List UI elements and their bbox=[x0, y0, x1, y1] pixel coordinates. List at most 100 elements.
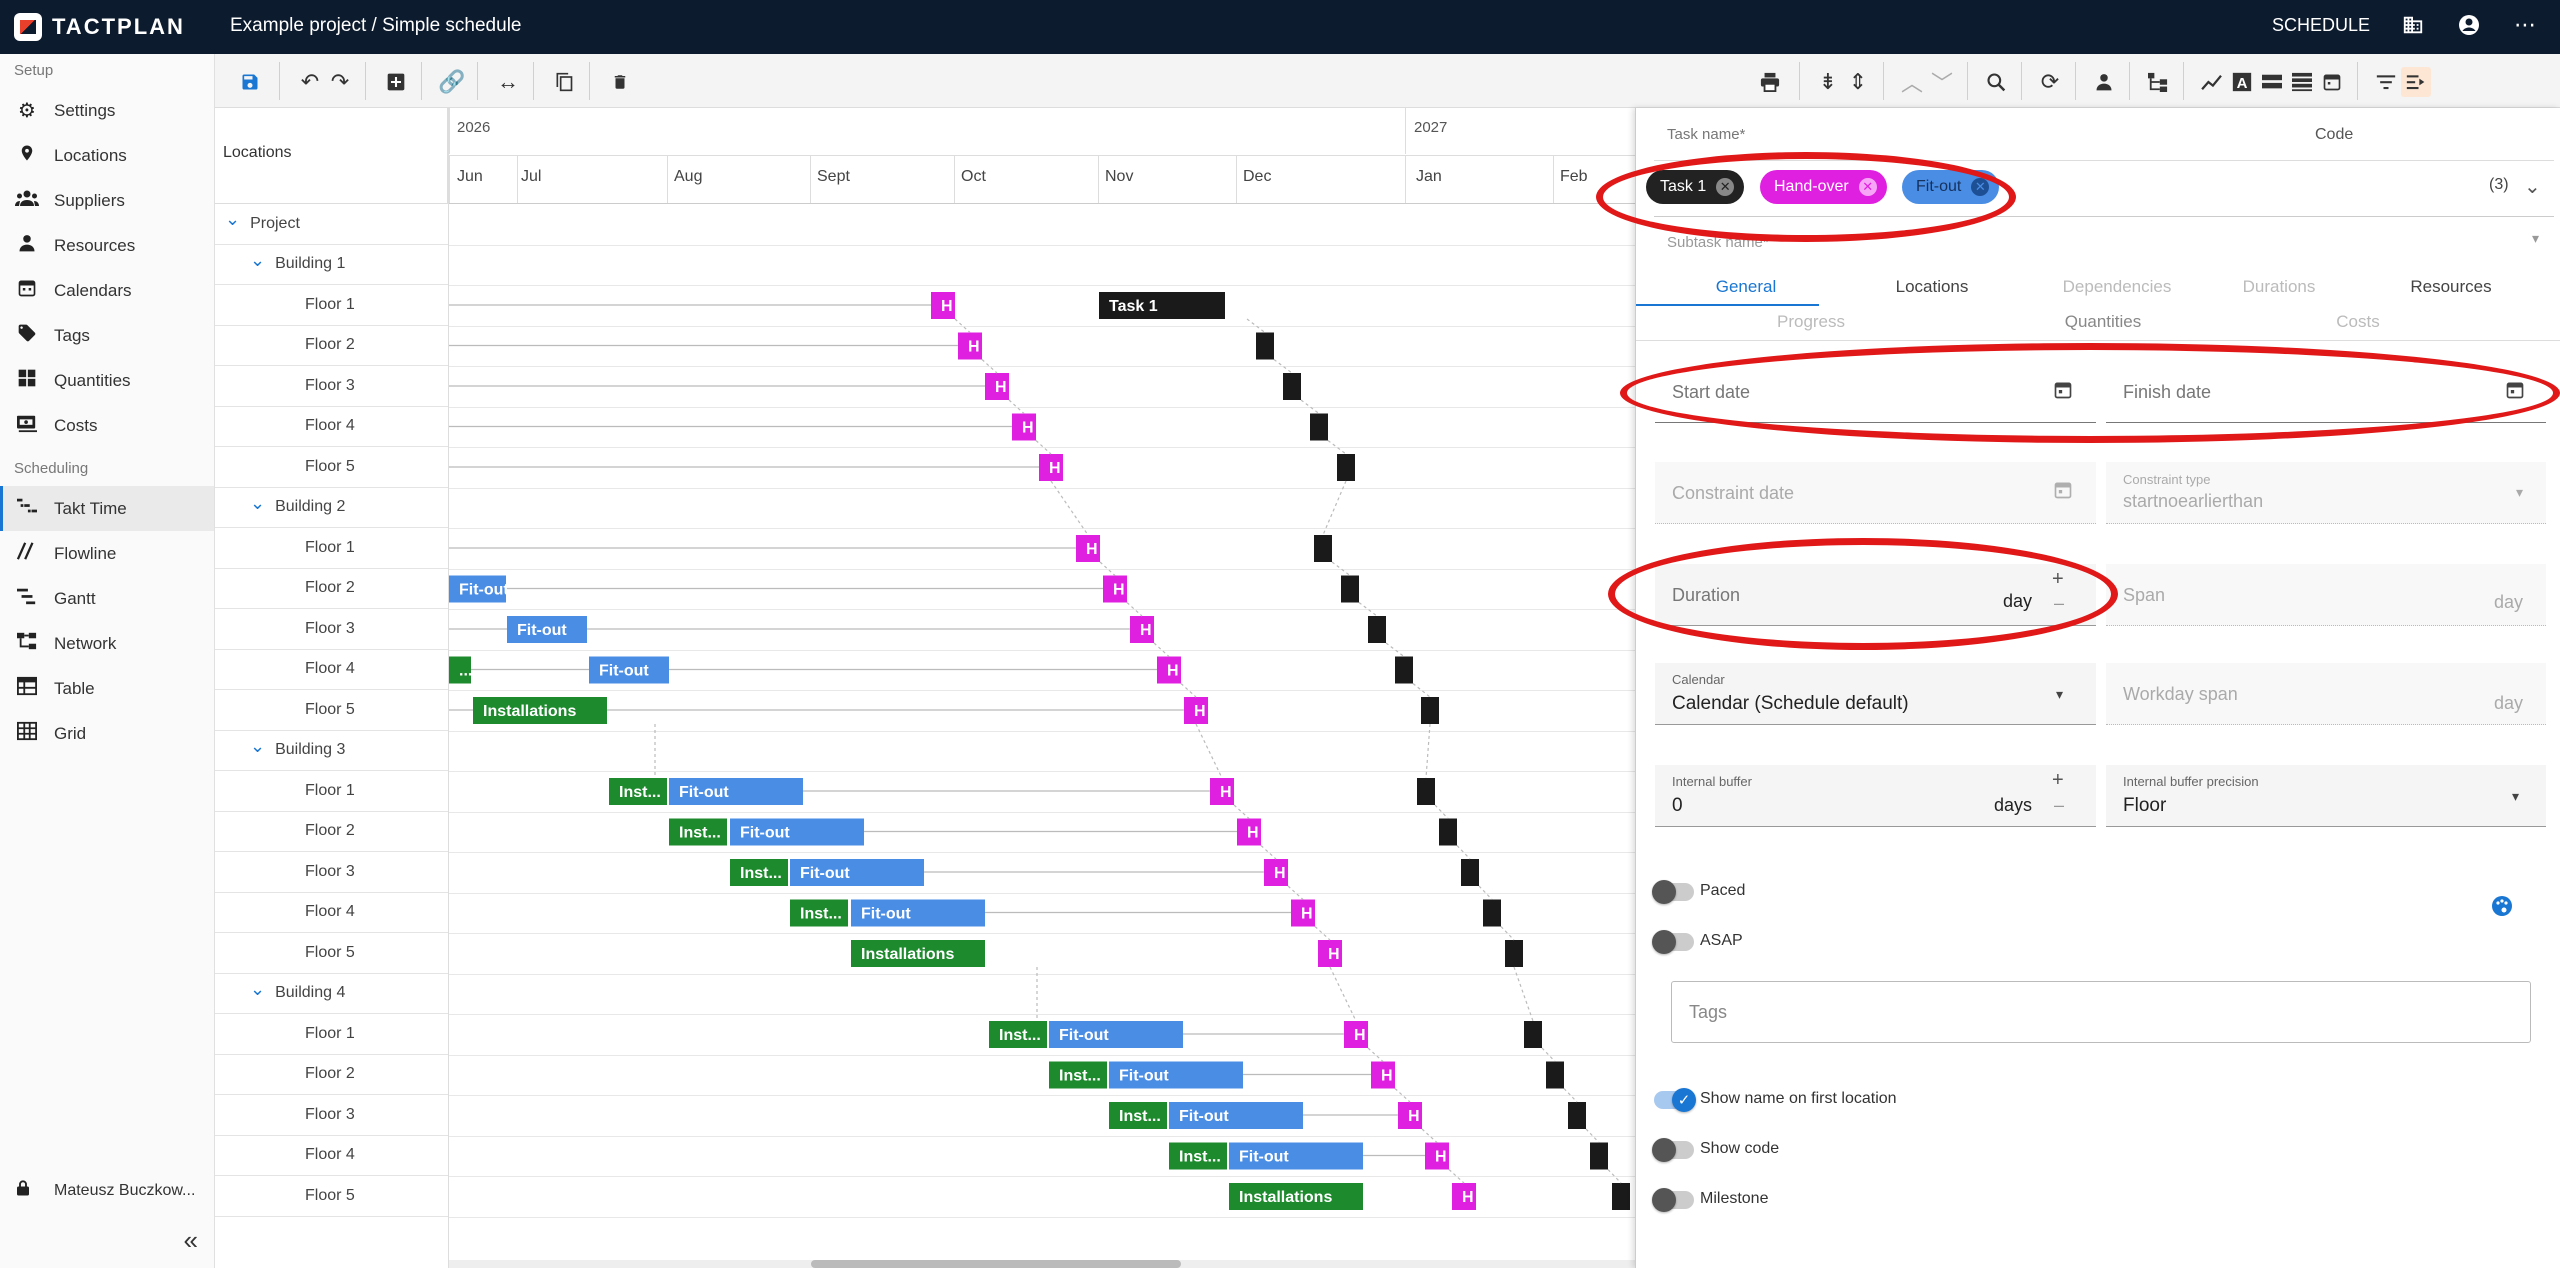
task1-bar-rect[interactable] bbox=[1546, 1061, 1564, 1089]
task-panel-toggle-icon[interactable] bbox=[2401, 67, 2431, 97]
calendar-view-icon[interactable] bbox=[2317, 67, 2347, 97]
buffer-increment-icon[interactable]: + bbox=[2052, 769, 2064, 792]
task1-bar[interactable] bbox=[1256, 332, 1274, 360]
sidebar-item-gantt[interactable]: Gantt bbox=[0, 576, 214, 621]
tab-resources[interactable]: Resources bbox=[2386, 277, 2516, 297]
sidebar-item-tags[interactable]: Tags bbox=[0, 313, 214, 358]
task1-bar[interactable] bbox=[1439, 818, 1457, 846]
install-bar[interactable]: Inst... bbox=[609, 778, 667, 805]
task1-bar-rect[interactable] bbox=[1524, 1021, 1542, 1048]
timeline[interactable]: 2026 2027 Jun Jul Aug Sept Oct Nov Dec Jan Feb HHH… bbox=[448, 108, 1635, 1268]
location-row[interactable]: ⌄ Building 2 bbox=[215, 488, 448, 528]
sync-icon[interactable]: ⟳ bbox=[2035, 67, 2065, 97]
sidebar-item-suppliers[interactable]: Suppliers bbox=[0, 178, 214, 223]
location-row[interactable]: Floor 5 bbox=[215, 447, 448, 488]
install-bar[interactable]: Inst... bbox=[790, 899, 848, 927]
expand-chevron-icon[interactable]: ⌄ bbox=[250, 493, 265, 514]
chip-remove-icon[interactable]: ✕ bbox=[1858, 178, 1877, 196]
finish-date-calendar-icon[interactable] bbox=[2505, 380, 2525, 406]
task1-bar-rect[interactable] bbox=[1283, 373, 1301, 400]
fitout-bar[interactable]: Fit-out bbox=[449, 575, 509, 603]
install-bar[interactable]: Inst... bbox=[989, 1021, 1047, 1048]
trend-icon[interactable] bbox=[2197, 67, 2227, 97]
handover-bar[interactable]: H bbox=[1012, 413, 1036, 441]
location-row[interactable]: Floor 3 bbox=[215, 366, 448, 407]
location-row[interactable]: ⌄ Building 1 bbox=[215, 245, 448, 285]
location-row[interactable]: Floor 2 bbox=[215, 812, 448, 852]
location-row[interactable]: Floor 2 bbox=[215, 1055, 448, 1095]
task1-bar-rect[interactable] bbox=[1314, 535, 1332, 562]
tab-quantities[interactable]: Quantities bbox=[2033, 312, 2173, 332]
task1-bar[interactable] bbox=[1568, 1102, 1586, 1129]
tab-progress[interactable]: Progress bbox=[1751, 312, 1871, 332]
handover-bar[interactable]: H bbox=[1318, 940, 1342, 967]
collapse-all-icon[interactable]: ⇟ bbox=[1813, 67, 1843, 97]
sidebar-item-resources[interactable]: Resources bbox=[0, 223, 214, 268]
install-bar[interactable]: Installations bbox=[851, 940, 985, 967]
fitout-bar[interactable]: Fit-out bbox=[790, 859, 924, 886]
task1-bar-rect[interactable] bbox=[1461, 859, 1479, 886]
expand-all-icon[interactable]: ⇕ bbox=[1843, 67, 1873, 97]
handover-bar[interactable]: H bbox=[1291, 899, 1315, 927]
sidebar-item-settings[interactable]: ⚙ Settings bbox=[0, 88, 214, 133]
chip-remove-icon[interactable]: ✕ bbox=[1716, 178, 1735, 196]
color-palette-icon[interactable] bbox=[2490, 894, 2514, 924]
handover-bar[interactable]: H bbox=[1039, 454, 1063, 481]
fitout-bar[interactable]: Fit-out bbox=[1109, 1061, 1243, 1089]
filter-icon[interactable] bbox=[2371, 67, 2401, 97]
delete-icon[interactable] bbox=[605, 67, 635, 97]
task1-bar-rect[interactable] bbox=[1590, 1142, 1608, 1170]
location-row[interactable]: Floor 4 bbox=[215, 407, 448, 447]
handover-bar[interactable]: H bbox=[1398, 1102, 1422, 1129]
sidebar-item-calendars[interactable]: Calendars bbox=[0, 268, 214, 313]
task-bars[interactable]: H H H H H Task 1 H H H H H Fit-out Fit-out... Fit-out… bbox=[449, 108, 1635, 1268]
sidebar-item-flowline[interactable]: Flowline bbox=[0, 531, 214, 576]
hierarchy-icon[interactable] bbox=[2143, 67, 2173, 97]
row-view-icon[interactable] bbox=[2287, 67, 2317, 97]
location-row[interactable]: Floor 1 bbox=[215, 771, 448, 812]
handover-bar[interactable]: H bbox=[1425, 1142, 1449, 1170]
task1-bar-rect[interactable] bbox=[1505, 940, 1523, 967]
calendar-dropdown-icon[interactable]: ▾ bbox=[2056, 686, 2063, 703]
buffer-decrement-icon[interactable]: – bbox=[2054, 795, 2064, 816]
fitout-bar[interactable]: Fit-out bbox=[669, 778, 803, 805]
tab-durations[interactable]: Durations bbox=[2219, 277, 2339, 297]
asap-toggle[interactable] bbox=[1652, 930, 1694, 954]
task1-bar[interactable] bbox=[1421, 697, 1439, 724]
project-breadcrumb[interactable]: Example project / Simple schedule bbox=[230, 15, 521, 37]
copy-icon[interactable] bbox=[549, 67, 579, 97]
task1-bar[interactable] bbox=[1461, 859, 1479, 886]
undo-icon[interactable]: ↶ bbox=[295, 67, 325, 97]
schedule-button[interactable]: SCHEDULE bbox=[2272, 15, 2370, 36]
task1-bar[interactable] bbox=[1546, 1061, 1564, 1089]
zoom-icon[interactable] bbox=[1981, 67, 2011, 97]
fitout-bar[interactable]: Fit-out bbox=[730, 818, 864, 846]
tab-dependencies[interactable]: Dependencies bbox=[2032, 277, 2202, 297]
task1-bar-rect[interactable] bbox=[1341, 575, 1359, 603]
milestone-toggle[interactable] bbox=[1652, 1188, 1694, 1212]
location-row[interactable]: Floor 4 bbox=[215, 650, 448, 690]
move-down-icon[interactable]: ﹀ bbox=[1927, 67, 1957, 97]
duration-decrement-icon[interactable]: – bbox=[2054, 593, 2064, 614]
sidebar-item-locations[interactable]: Locations bbox=[0, 133, 214, 178]
task1-bar-rect[interactable] bbox=[1368, 616, 1386, 643]
user-menu[interactable]: Mateusz Buczkow... bbox=[0, 1168, 195, 1214]
task1-bar-rect[interactable] bbox=[1337, 454, 1355, 481]
add-task-icon[interactable] bbox=[381, 67, 411, 97]
text-format-icon[interactable]: A bbox=[2227, 67, 2257, 97]
task1-bar-rect[interactable] bbox=[1439, 818, 1457, 846]
handover-bar[interactable]: H bbox=[1264, 859, 1288, 886]
sidebar-item-grid[interactable]: Grid bbox=[0, 711, 214, 756]
move-up-icon[interactable]: ︿ bbox=[1897, 67, 1927, 97]
install-bar[interactable]: Inst... bbox=[730, 859, 788, 886]
task1-bar-rect[interactable] bbox=[1310, 413, 1328, 441]
scrollbar-thumb[interactable] bbox=[811, 1260, 1181, 1268]
location-row[interactable]: ⌄ Building 4 bbox=[215, 974, 448, 1014]
expand-chevron-icon[interactable]: ⌄ bbox=[225, 209, 240, 230]
move-horizontal-icon[interactable]: ↔ bbox=[493, 67, 523, 97]
task1-bar[interactable] bbox=[1314, 535, 1332, 562]
handover-bar[interactable]: H bbox=[958, 332, 982, 360]
chip-hand-over[interactable]: Hand-over ✕ bbox=[1760, 170, 1887, 204]
app-logo[interactable]: TACTPLAN bbox=[14, 13, 185, 41]
location-row[interactable]: Floor 1 bbox=[215, 1014, 448, 1055]
